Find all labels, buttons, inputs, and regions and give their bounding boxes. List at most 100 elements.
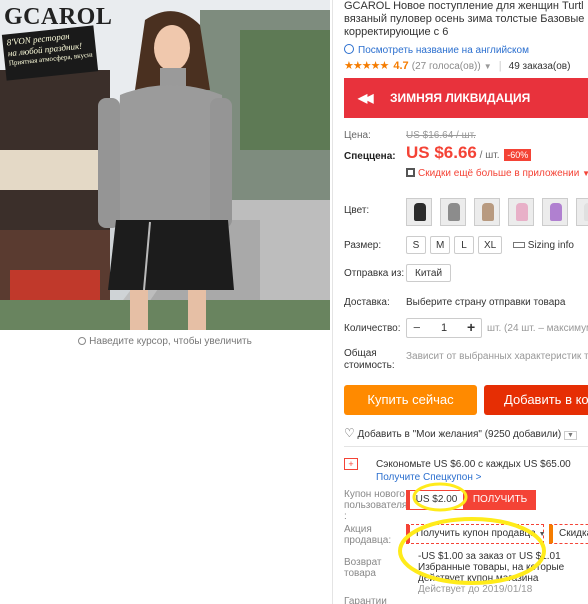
seller-promo-line-1: -US $1.00 за заказ от US $1.01 — [418, 551, 561, 562]
rating-row: ★★★★★ 4.7 (27 голоса(ов)) ▼ | 49 заказа(… — [344, 60, 571, 72]
rating-value: 4.7 — [393, 60, 409, 72]
translate-link[interactable]: Посмотреть название на английском — [358, 45, 529, 56]
caret-down-icon: ▼ — [538, 531, 546, 538]
coupon-icon: + — [344, 458, 358, 470]
ruler-icon — [512, 242, 525, 248]
sweater-thumbnail — [516, 203, 528, 221]
star-rating-icon: ★★★★★ — [344, 60, 389, 72]
add-to-cart-button[interactable]: Добавить в кор — [484, 385, 588, 415]
seller-discount-button[interactable]: Скидка — [549, 524, 588, 544]
new-user-label-line-1: Купон нового — [344, 489, 405, 500]
returns-label-line-2: товара — [344, 568, 376, 579]
special-price-label: Спеццена: — [344, 151, 396, 162]
size-option-l[interactable]: L — [454, 236, 474, 254]
title-line-3: корректирующие с 6 — [344, 26, 449, 38]
brand-logo: GCAROL — [4, 4, 113, 30]
seller-promo-label-line-2: продавца: — [344, 535, 392, 546]
section-divider — [344, 446, 588, 447]
title-line-1: GCAROL Новое поступление для женщин Turt… — [344, 0, 584, 12]
sweater-thumbnail — [448, 203, 460, 221]
app-discount-row[interactable]: Скидки ещё больше в приложении ▼ — [406, 168, 588, 179]
delivery-value[interactable]: Выберите страну отправки товара — [406, 297, 565, 308]
sweater-thumbnail — [482, 203, 494, 221]
seller-promo-details: -US $1.00 за заказ от US $1.01 Избранные… — [418, 551, 564, 595]
total-label: Общая стоимость: — [344, 348, 395, 372]
seller-promo-valid: Действует до 2019/01/18 — [418, 584, 533, 595]
quantity-stepper[interactable]: − 1 + — [406, 318, 482, 338]
globe-icon — [344, 44, 354, 54]
product-photo[interactable]: GCAROL 8'VON ресторан на любой праздник!… — [0, 0, 330, 330]
size-option-xl[interactable]: XL — [478, 236, 502, 254]
column-divider — [332, 0, 333, 604]
coupon-promo-text: Сэкономьте US $6.00 с каждых US $65.00 — [376, 459, 571, 470]
shop-sign: 8'VON ресторан на любой праздник! Приятн… — [1, 25, 99, 81]
color-swatch[interactable] — [406, 198, 432, 226]
total-value: Зависит от выбранных характеристик това — [406, 351, 588, 362]
ship-from-label: Отправка из: — [344, 268, 405, 279]
seller-coupon-dropdown[interactable]: Получить купон продавца ▼ — [406, 524, 546, 544]
guarantee-label: Гарантии — [344, 596, 387, 604]
heart-icon: ♡ — [344, 426, 355, 440]
total-label-line-1: Общая — [344, 348, 377, 359]
chevron-down-icon[interactable]: ▼ — [563, 431, 577, 440]
discount-badge: -60% — [504, 149, 532, 161]
quantity-plus-button[interactable]: + — [467, 319, 475, 335]
product-title: GCAROL Новое поступление для женщин Turt… — [344, 0, 588, 39]
orders-count: 49 заказа(ов) — [508, 61, 571, 72]
size-label: Размер: — [344, 240, 382, 251]
color-swatch[interactable] — [440, 198, 466, 226]
get-coupon-button[interactable]: ПОЛУЧИТЬ — [464, 490, 536, 510]
returns-label-line-1: Возврат — [344, 557, 382, 568]
special-price-value: US $6.66 — [406, 143, 477, 162]
seller-promo-label: Акция продавца: — [344, 524, 391, 546]
zoom-hint-text: Наведите курсор, чтобы увеличить — [89, 336, 252, 347]
special-price-row: US $6.66 / шт. -60% — [406, 143, 532, 163]
size-option-s[interactable]: S — [406, 236, 426, 254]
sweater-thumbnail — [584, 203, 588, 221]
size-option-m[interactable]: M — [430, 236, 450, 254]
quantity-minus-button[interactable]: − — [413, 320, 421, 335]
arrows-icon: ◀◀ — [358, 91, 374, 105]
banner-text: ЗИМНЯЯ ЛИКВИДАЦИЯ — [390, 91, 531, 105]
seller-promo-label-line-1: Акция — [344, 524, 372, 535]
color-swatch[interactable] — [542, 198, 568, 226]
sizing-info-text: Sizing info — [527, 240, 574, 251]
returns-label: Возврат товара — [344, 557, 382, 579]
sale-banner[interactable]: ◀◀ ЗИМНЯЯ ЛИКВИДАЦИЯ — [344, 78, 588, 118]
sizing-info-link[interactable]: Sizing info — [512, 240, 574, 251]
qr-code-icon — [406, 168, 415, 177]
wishlist-row[interactable]: ♡ Добавить в "Мои желания" (9250 добавил… — [344, 426, 577, 440]
buy-now-button[interactable]: Купить сейчас — [344, 385, 477, 415]
translate-link-row[interactable]: Посмотреть название на английском — [344, 44, 529, 56]
seller-promo-line-3: действует купон магазина — [418, 573, 539, 584]
delivery-label: Доставка: — [344, 297, 390, 308]
quantity-input[interactable]: 1 — [441, 322, 447, 334]
color-swatch[interactable] — [576, 198, 588, 226]
price-unit: / шт. — [479, 150, 500, 161]
new-user-label-line-3: : — [344, 511, 347, 522]
color-swatch[interactable] — [474, 198, 500, 226]
new-user-coupon-label: Купон нового пользователя : — [344, 489, 407, 522]
old-price-value: US $16.64 / шт. — [406, 130, 476, 141]
chevron-down-icon: ▼ — [582, 169, 588, 178]
sweater-thumbnail — [550, 203, 562, 221]
app-discount-link[interactable]: Скидки ещё больше в приложении — [418, 168, 579, 179]
seller-coupon-dropdown-text: Получить купон продавца — [416, 528, 536, 539]
zoom-icon — [78, 337, 87, 345]
wishlist-text[interactable]: Добавить в "Мои желания" (9250 добавили) — [358, 429, 562, 440]
title-line-2: вязаный пуловер осень зима толстые Базов… — [344, 13, 585, 25]
chevron-down-icon[interactable]: ▼ — [484, 62, 492, 71]
seller-promo-line-2: Избранные товары, на которые — [418, 562, 565, 573]
quantity-label: Количество: — [344, 323, 401, 334]
product-page: GCAROL 8'VON ресторан на любой праздник!… — [0, 0, 588, 604]
sweater-thumbnail — [414, 203, 426, 221]
quantity-note: шт. (24 шт. – максимум п — [487, 323, 588, 334]
votes-link[interactable]: (27 голоса(ов)) — [412, 61, 481, 72]
size-options: S M L XL Sizing info — [406, 236, 574, 254]
special-coupon-link[interactable]: Получите Спецкупон > — [376, 472, 482, 483]
new-user-coupon-amount: US $2.00 — [406, 490, 464, 510]
total-label-line-2: стоимость: — [344, 360, 395, 371]
color-label: Цвет: — [344, 205, 370, 216]
ship-from-option[interactable]: Китай — [406, 264, 452, 282]
color-swatch[interactable] — [508, 198, 534, 226]
